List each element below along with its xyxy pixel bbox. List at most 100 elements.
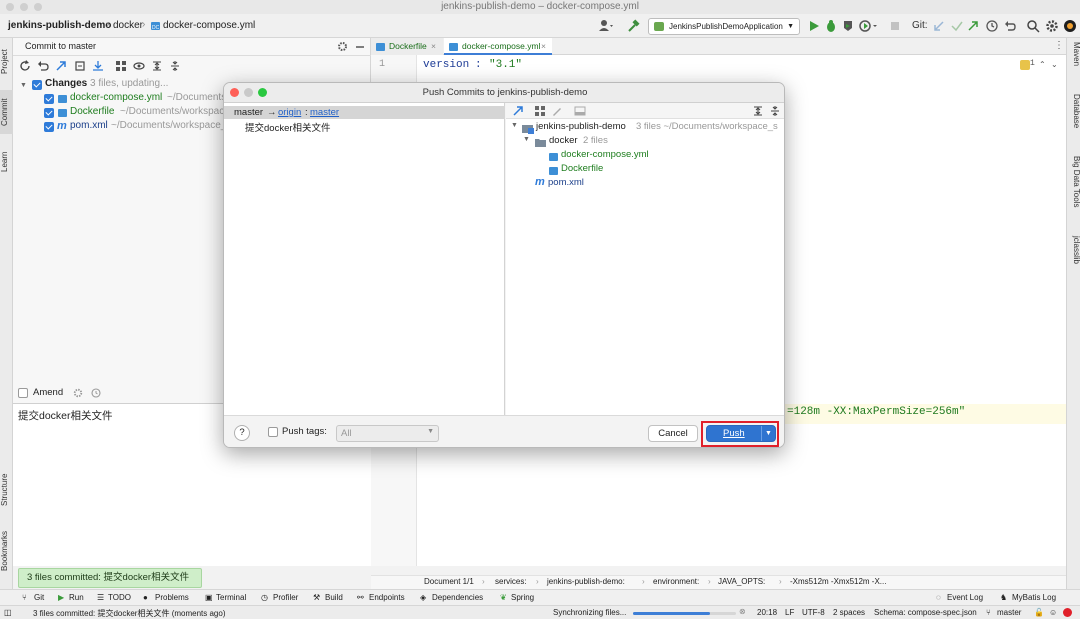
refresh-icon[interactable]: [19, 60, 31, 72]
chevron-down-icon[interactable]: ⌄: [1051, 60, 1058, 69]
tool-window-terminal[interactable]: Terminal: [216, 593, 246, 602]
breadcrumb-file[interactable]: docker-compose.yml: [163, 20, 255, 31]
debug-icon[interactable]: [824, 19, 838, 33]
tab-docker-compose[interactable]: docker-compose.yml ×: [444, 38, 552, 55]
profile-icon[interactable]: [858, 19, 877, 33]
user-icon[interactable]: [598, 19, 613, 33]
remote-link[interactable]: origin: [278, 107, 301, 118]
tool-window-git[interactable]: Git: [34, 593, 44, 602]
close-icon[interactable]: ×: [541, 38, 546, 55]
tool-tab-commit[interactable]: Commit: [0, 90, 13, 134]
tool-window-problems[interactable]: Problems: [155, 593, 189, 602]
hide-panel-icon[interactable]: [355, 42, 365, 52]
tool-window-run[interactable]: Run: [69, 593, 84, 602]
push-tags-checkbox[interactable]: [268, 427, 278, 437]
rollback-icon[interactable]: [1003, 19, 1017, 33]
settings-gear-icon[interactable]: [1045, 19, 1059, 33]
run-icon[interactable]: [807, 19, 821, 33]
tool-window-todo[interactable]: TODO: [108, 593, 131, 602]
git-branch[interactable]: master: [997, 608, 1021, 617]
stop-icon[interactable]: [888, 19, 902, 33]
rollback-icon[interactable]: [37, 60, 49, 72]
status-message[interactable]: 3 files committed: 提交docker相关文件 (moments…: [33, 608, 226, 619]
search-icon[interactable]: [1026, 19, 1040, 33]
tab-dockerfile[interactable]: Dockerfile ×: [371, 38, 443, 55]
tool-tab-maven[interactable]: Maven: [1068, 42, 1080, 82]
gear-icon[interactable]: [337, 41, 348, 52]
tool-window-build[interactable]: Build: [325, 593, 343, 602]
tree-file[interactable]: docker-compose.yml: [561, 149, 649, 160]
tool-window-spring[interactable]: Spring: [511, 593, 534, 602]
lock-icon[interactable]: 🔓: [1034, 608, 1044, 617]
breadcrumb-folder[interactable]: docker: [113, 20, 143, 31]
tool-tab-big-data-tools[interactable]: Big Data Tools: [1068, 156, 1080, 224]
git-update-icon[interactable]: [932, 19, 946, 33]
error-indicator-icon[interactable]: [1063, 608, 1072, 617]
tool-tab-database[interactable]: Database: [1068, 94, 1080, 140]
breadcrumb-java-opts[interactable]: JAVA_OPTS:: [718, 577, 765, 586]
file-checkbox[interactable]: [44, 108, 54, 118]
file-encoding[interactable]: UTF-8: [802, 608, 825, 617]
group-by-icon[interactable]: [534, 105, 546, 117]
git-push-icon[interactable]: [966, 19, 980, 33]
run-configuration-select[interactable]: JenkinsPublishDemoApplication ▼: [648, 18, 800, 35]
expand-all-icon[interactable]: [752, 105, 764, 117]
amend-checkbox[interactable]: [18, 388, 28, 398]
gear-icon[interactable]: [73, 388, 83, 398]
close-icon[interactable]: ×: [431, 38, 436, 55]
tool-window-mybatis-log[interactable]: MyBatis Log: [1012, 593, 1056, 602]
diff-icon[interactable]: [55, 60, 67, 72]
tree-file[interactable]: Dockerfile: [561, 163, 603, 174]
commit-entry[interactable]: 提交docker相关文件: [245, 120, 331, 134]
push-button[interactable]: Push ▼: [706, 425, 776, 442]
tool-window-event-log[interactable]: Event Log: [947, 593, 983, 602]
history-icon[interactable]: [91, 388, 101, 398]
file-name[interactable]: docker-compose.yml: [70, 92, 162, 103]
view-options-icon[interactable]: [133, 60, 145, 72]
collapse-all-icon[interactable]: [169, 60, 181, 72]
tool-window-profiler[interactable]: Profiler: [273, 593, 298, 602]
breadcrumb-value[interactable]: -Xms512m -Xmx512m -X...: [790, 577, 886, 586]
expand-all-icon[interactable]: [151, 60, 163, 72]
tree-file[interactable]: pom.xml: [548, 177, 584, 188]
git-commit-icon[interactable]: [950, 19, 964, 33]
tree-folder-name[interactable]: docker: [549, 135, 578, 146]
preview-icon[interactable]: [574, 105, 586, 117]
breadcrumb-service[interactable]: jenkins-publish-demo:: [547, 577, 625, 586]
line-separator[interactable]: LF: [785, 608, 794, 617]
indent-setting[interactable]: 2 spaces: [833, 608, 865, 617]
caret-position[interactable]: 20:18: [757, 608, 777, 617]
breadcrumb-document[interactable]: Document 1/1: [424, 577, 474, 586]
breadcrumb-environment[interactable]: environment:: [653, 577, 699, 586]
coverage-icon[interactable]: [841, 19, 855, 33]
cancel-sync-icon[interactable]: ⊗: [739, 607, 746, 616]
dialog-zoom-button[interactable]: [258, 88, 267, 97]
chevron-down-icon[interactable]: ▼: [511, 122, 518, 129]
layout-icon[interactable]: ◫: [4, 608, 12, 617]
file-checkbox[interactable]: [44, 94, 54, 104]
dialog-minimize-button[interactable]: [244, 88, 253, 97]
cancel-button[interactable]: Cancel: [648, 425, 698, 442]
chevron-up-icon[interactable]: ⌃: [1039, 60, 1046, 69]
collapse-all-icon[interactable]: [769, 105, 781, 117]
help-button[interactable]: ?: [234, 425, 250, 441]
smiley-icon[interactable]: ☺: [1049, 608, 1057, 617]
diff-icon[interactable]: [512, 105, 524, 117]
dialog-close-button[interactable]: [230, 88, 239, 97]
tree-root-name[interactable]: jenkins-publish-demo: [536, 121, 626, 132]
group-by-icon[interactable]: [115, 60, 127, 72]
tool-window-endpoints[interactable]: Endpoints: [369, 593, 405, 602]
chevron-down-icon[interactable]: ▼: [523, 136, 530, 143]
chevron-down-icon[interactable]: ▼: [765, 426, 772, 441]
tool-tab-jclasslib[interactable]: jclasslib: [1068, 236, 1080, 278]
tool-window-dependencies[interactable]: Dependencies: [432, 593, 483, 602]
push-tags-select[interactable]: All ▼: [336, 425, 439, 442]
breadcrumb-services[interactable]: services:: [495, 577, 527, 586]
changes-checkbox[interactable]: [32, 80, 42, 90]
breadcrumb-project[interactable]: jenkins-publish-demo: [8, 20, 111, 31]
changes-node[interactable]: ▼: [20, 79, 27, 90]
download-icon[interactable]: [92, 60, 104, 72]
file-checkbox[interactable]: [44, 122, 54, 132]
more-options-icon[interactable]: ⋮: [1054, 40, 1064, 51]
commit-notification[interactable]: 3 files committed: 提交docker相关文件: [18, 568, 202, 588]
